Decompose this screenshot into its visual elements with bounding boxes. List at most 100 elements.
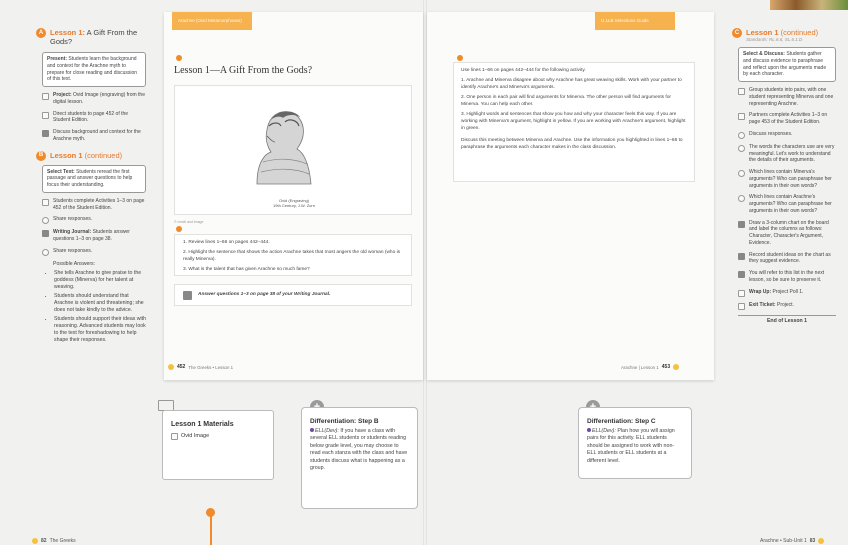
bottom-left-footer: 82 The Greeks	[32, 538, 76, 544]
note-item: Partners complete Activities 1–3 on page…	[738, 112, 836, 126]
differentiation-b-box: Differentiation: Step B ELL(Dev): If you…	[301, 407, 418, 509]
answer-item: Students should understand that Arachne …	[54, 293, 146, 314]
lesson-title-bold: Lesson 1:	[50, 28, 86, 37]
question-item: 3. What is the talent that has given Ara…	[183, 266, 310, 272]
lesson-heading-a: A Lesson 1: A Gift From the Gods?	[36, 28, 146, 46]
standards: Standards: RL.6.6, SL.6.1.D	[746, 37, 803, 42]
present-label: Present:	[47, 56, 68, 62]
note-item: Share responses.	[42, 216, 146, 225]
group-icon	[738, 88, 745, 96]
lesson-heading-b: B Lesson 1 (continued)	[36, 150, 146, 161]
page-title: Lesson 1—A Gift From the Gods?	[174, 65, 313, 76]
journal-icon	[42, 230, 49, 238]
marker-dot	[176, 226, 182, 232]
differentiation-c-box: Differentiation: Step C ELL(Dev): Plan h…	[578, 407, 692, 479]
projector-icon	[42, 93, 49, 100]
page-footer: Arachne | Lesson 1 453	[621, 364, 680, 370]
note-item: Record student ideas on the chart as the…	[738, 252, 836, 266]
note-item: Discuss background and context for the A…	[42, 129, 146, 143]
right-teacher-notes: C Lesson 1 (continued) Standards: RL.6.6…	[732, 28, 836, 325]
image-caption: Ovid (Engraving) 19th Century, J.W. Zorn	[273, 198, 315, 208]
left-teacher-notes: A Lesson 1: A Gift From the Gods? Presen…	[36, 28, 146, 344]
note-item: The words the characters use are very me…	[738, 144, 836, 164]
note-item: Draw a 3-column chart on the board and l…	[738, 220, 836, 247]
ell-dot-icon	[310, 428, 314, 432]
food-photo-strip	[770, 0, 848, 10]
materials-box: Lesson 1 Materials Ovid Image	[162, 410, 274, 480]
diff-b-text: ELL(Dev): If you have a class with sever…	[310, 428, 408, 472]
note-item: Writing Journal: Students answer questio…	[42, 229, 146, 243]
activity-card: Use lines 1–66 on pages 442–444 for the …	[453, 62, 695, 182]
materials-title: Lesson 1 Materials	[171, 421, 234, 428]
activity-step: 2. One person in each pair will find arg…	[461, 94, 672, 107]
note-item: You will refer to this list in the next …	[738, 270, 836, 284]
board-icon	[738, 252, 745, 260]
questions-card: 1. Review lines 1–66 on pages 442–444. 2…	[174, 234, 412, 276]
speech-icon	[738, 144, 745, 152]
diff-c-text: ELL(Dev): Plan how you will assign pairs…	[587, 428, 675, 464]
question-item: 1. Review lines 1–66 on pages 442–444.	[183, 240, 270, 245]
activity-closing: Discuss this meeting between Minerva and…	[461, 137, 683, 150]
ell-dot-icon	[587, 428, 591, 432]
journal-instruction: Answer questions 1–3 on page 38 of your …	[198, 291, 331, 297]
journal-card: Answer questions 1–3 on page 38 of your …	[174, 284, 412, 306]
answer-item: She tells Arachne to give praise to the …	[54, 270, 146, 291]
question-item: 2. Highlight the sentence that shows the…	[183, 249, 401, 262]
page-dot	[32, 538, 38, 544]
ticket-icon	[738, 302, 745, 310]
page-dot	[673, 364, 680, 370]
share-icon	[738, 131, 745, 139]
poll-icon	[738, 289, 745, 297]
note-item: Students complete Activities 1–3 on page…	[42, 198, 146, 212]
ovid-engraving-image	[227, 92, 327, 192]
discuss-icon	[42, 130, 49, 137]
bottom-right-footer: Arachne • Sub-Unit 1 83	[760, 538, 825, 544]
journal-icon	[183, 291, 192, 300]
note-item: Which lines contain Minerva's arguments?…	[738, 169, 836, 189]
page-dot	[818, 538, 825, 544]
step-b-badge: B	[36, 150, 46, 161]
materials-item: Ovid Image	[171, 432, 265, 440]
note-item: Exit Ticket: Project.	[738, 302, 836, 310]
marker-dot	[176, 55, 182, 61]
book-icon	[42, 111, 49, 119]
note-item: Share responses.	[42, 248, 146, 256]
answer-item: Students should support their ideas with…	[54, 316, 146, 344]
note-item: Group students into pairs, with one stud…	[738, 87, 836, 107]
lesson-heading-c: C Lesson 1 (continued) Standards: RL.6.6…	[732, 28, 836, 43]
step-c-badge: C	[732, 28, 742, 38]
note-item: Project: Ovid Image (engraving) from the…	[42, 92, 146, 106]
note-item: Which lines contain Arachne's arguments?…	[738, 194, 836, 214]
diff-c-title: Differentiation: Step C	[587, 418, 656, 425]
connector-line	[210, 516, 212, 545]
page-tab: Arachne (Ovid Metamorphoses)	[172, 12, 252, 30]
book-icon	[738, 113, 745, 121]
activity-step: 3. Highlight words and sentences that sh…	[461, 111, 686, 131]
page-dot	[168, 364, 174, 370]
image-icon	[171, 433, 178, 440]
note-item: Direct students to page 452 of the Stude…	[42, 111, 146, 125]
select-text-box: Select Text: Students reread the first p…	[42, 164, 146, 193]
present-box: Present: Students learn the background a…	[42, 52, 146, 87]
marker-dot	[457, 55, 463, 61]
end-of-lesson: End of Lesson 1	[738, 314, 836, 325]
image-card: Ovid (Engraving) 19th Century, J.W. Zorn	[174, 85, 412, 215]
book-icon	[42, 198, 49, 206]
board-icon	[738, 220, 745, 228]
speech-icon	[738, 170, 745, 178]
activity-intro: Use lines 1–66 on pages 442–444 for the …	[461, 68, 586, 73]
share-icon	[42, 217, 49, 225]
possible-answers-label: Possible Answers:	[53, 260, 96, 267]
activity-step: 1. Arachne and Minerva disagree about wh…	[461, 77, 682, 90]
share-icon	[42, 248, 49, 256]
page-tab: U.1LB Selections Guide	[595, 12, 675, 30]
note-icon	[738, 271, 745, 279]
left-page: Arachne (Ovid Metamorphoses) Lesson 1—A …	[164, 12, 423, 380]
page-footer: 452 The Greeks • Lesson 1	[168, 364, 233, 370]
step-a-badge: A	[36, 28, 46, 38]
image-credit: © credit and image	[174, 220, 204, 224]
diff-b-title: Differentiation: Step B	[310, 418, 379, 425]
select-discuss-box: Select & Discuss: Students gather and di…	[738, 47, 836, 83]
note-item: Wrap Up: Project Poll 1.	[738, 289, 836, 297]
answers-list: She tells Arachne to give praise to the …	[54, 270, 146, 344]
